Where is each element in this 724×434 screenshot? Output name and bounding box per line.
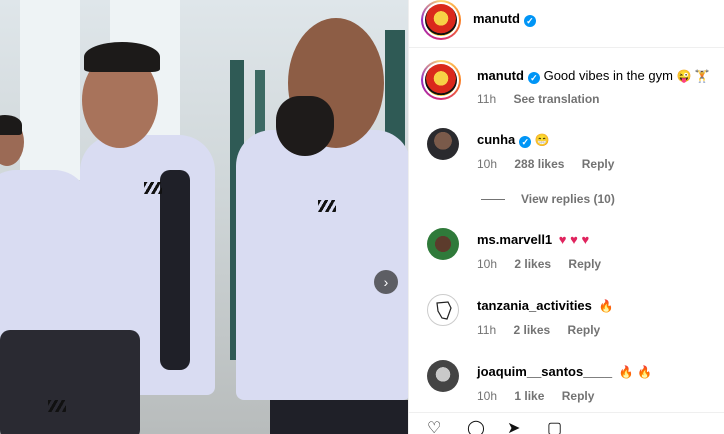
header-username[interactable]: manutd ✓ (473, 11, 536, 27)
player-shorts (270, 400, 408, 434)
player-beard (276, 96, 334, 156)
comment-line: tanzania_activities 🔥 (477, 298, 613, 313)
comment-text: 🔥 (598, 299, 614, 313)
view-replies-line (481, 199, 505, 200)
share-icon[interactable]: ➤ (507, 421, 520, 434)
commenter-avatar[interactable] (427, 228, 459, 260)
comment-time: 10h (477, 389, 498, 403)
verified-badge-icon: ✓ (527, 72, 540, 84)
verified-badge-icon: ✓ (519, 136, 532, 148)
see-translation-link[interactable]: See translation (513, 92, 599, 106)
caption-text: Good vibes in the gym (543, 68, 673, 83)
comment-meta: 11h 2 likes Reply (477, 323, 614, 337)
caption-username[interactable]: manutd (477, 68, 524, 83)
comment-username[interactable]: tanzania_activities (477, 298, 592, 313)
post-photo[interactable]: › (0, 0, 408, 434)
reply-button[interactable]: Reply (568, 257, 601, 271)
comment-username[interactable]: cunha (477, 132, 515, 147)
comment-icon[interactable]: ◯ (467, 421, 485, 434)
caption-line: manutd ✓ Good vibes in the gym 😜 🏋 (477, 68, 710, 84)
comment-meta: 10h 288 likes Reply (477, 157, 628, 171)
comment-likes[interactable]: 1 like (514, 389, 544, 403)
heart-icon[interactable]: ♡ (427, 421, 441, 434)
brand-logo (144, 182, 162, 194)
username-link[interactable]: manutd (473, 11, 520, 26)
player-hair (84, 42, 160, 72)
comment-meta: 10h 2 likes Reply (477, 257, 615, 271)
comment-time: 11h (477, 323, 497, 337)
brand-logo (318, 200, 336, 212)
comment-likes[interactable]: 2 likes (514, 257, 551, 271)
shirt-panel (160, 170, 190, 370)
background-player-hair (0, 115, 22, 135)
caption-time: 11h (477, 92, 497, 106)
caption-emojis: 😜 🏋 (676, 69, 710, 83)
commenter-avatar[interactable] (427, 360, 459, 392)
player-sancho (236, 130, 408, 400)
comment-text: ♥ ♥ ♥ (558, 232, 590, 247)
comment-text: 😁 (534, 133, 550, 147)
africa-map-icon (436, 301, 452, 320)
brand-logo (48, 400, 66, 412)
manutd-avatar[interactable] (421, 0, 461, 40)
comment-username[interactable]: ms.marvell1 (477, 232, 552, 247)
comment-line: cunha ✓ 😁 (477, 132, 550, 148)
reply-button[interactable]: Reply (562, 389, 595, 403)
comment-line: ms.marvell1 ♥ ♥ ♥ (477, 232, 589, 247)
comment-username[interactable]: joaquim__santos____ (477, 364, 612, 379)
caption-meta: 11h See translation (477, 92, 614, 106)
verified-badge-icon: ✓ (523, 15, 536, 27)
bookmark-icon[interactable]: ▢ (547, 421, 562, 434)
club-crest-icon (425, 64, 457, 96)
comment-meta: 10h 1 like Reply (477, 389, 608, 403)
reply-button[interactable]: Reply (568, 323, 601, 337)
player-shorts (0, 330, 140, 434)
action-bar: ♡ ◯ ➤ ▢ (409, 412, 724, 434)
commenter-avatar[interactable] (427, 128, 459, 160)
view-replies-button[interactable]: View replies (10) (521, 192, 615, 206)
caption-avatar[interactable] (421, 60, 461, 100)
comment-likes[interactable]: 288 likes (514, 157, 564, 171)
comments-panel: manutd ✓ manutd ✓ Good vibes in the gym 😜 … (408, 0, 724, 434)
comment-time: 10h (477, 157, 498, 171)
comment-time: 10h (477, 257, 498, 271)
comment-likes[interactable]: 2 likes (513, 323, 550, 337)
post-header: manutd ✓ (409, 0, 724, 48)
club-crest-icon (425, 4, 457, 36)
commenter-avatar[interactable] (427, 294, 459, 326)
comment-line: joaquim__santos____ 🔥 🔥 (477, 364, 652, 379)
comment-text: 🔥 🔥 (618, 365, 652, 379)
reply-button[interactable]: Reply (582, 157, 615, 171)
next-image-button[interactable]: › (374, 270, 398, 294)
gym-window (20, 0, 80, 180)
